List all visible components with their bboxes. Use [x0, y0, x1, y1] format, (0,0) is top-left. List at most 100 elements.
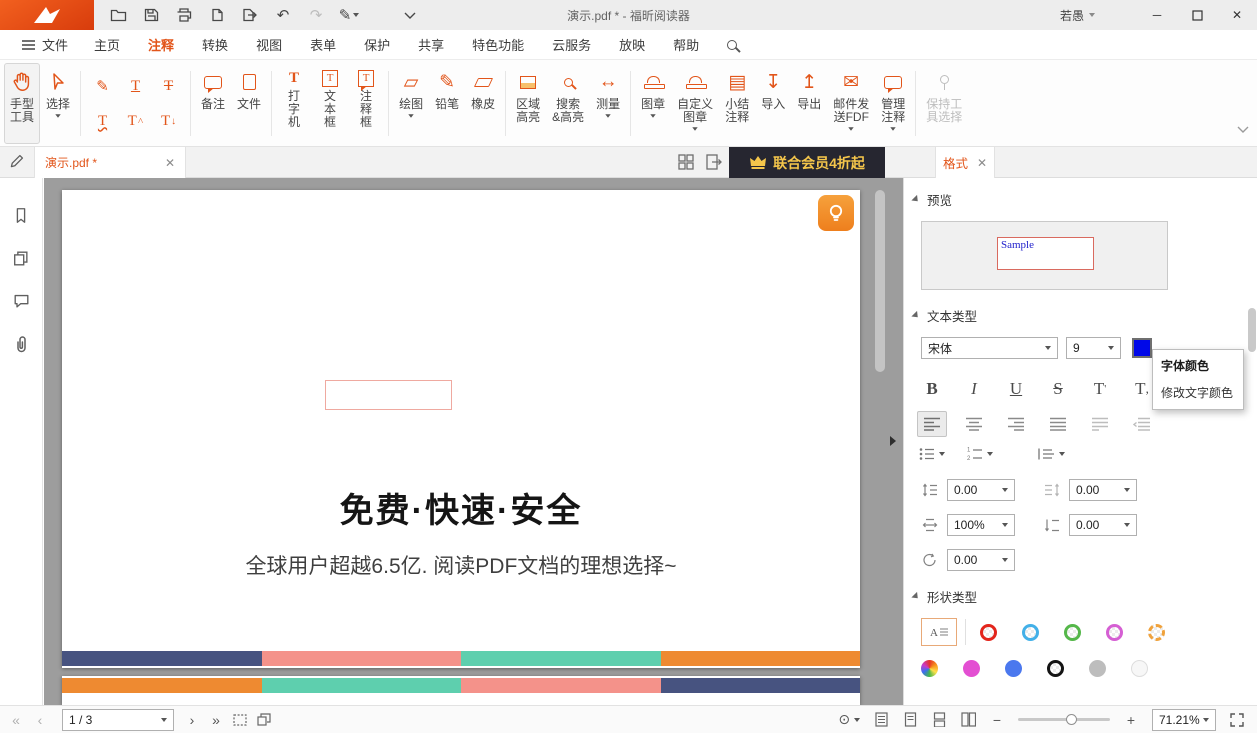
superscript-button[interactable]: T [1085, 375, 1115, 403]
tab-home[interactable]: 主页 [80, 30, 134, 59]
redo-icon[interactable]: ↷ [306, 4, 326, 26]
view-mode-icon[interactable]: ⊙ [838, 710, 860, 730]
collapse-ribbon-icon[interactable] [1237, 126, 1249, 133]
align-left-button[interactable] [917, 411, 947, 437]
paragraph-spacing-select[interactable]: 0.00 [1069, 479, 1137, 501]
tab-convert[interactable]: 转换 [188, 30, 242, 59]
callout-button[interactable]: T 注 释 框 [348, 63, 384, 144]
text-direction-button[interactable] [1127, 411, 1157, 437]
underline-text-button[interactable]: T [121, 71, 150, 102]
textbox-annotation[interactable] [325, 380, 452, 410]
tab-features[interactable]: 特色功能 [458, 30, 538, 59]
panel-collapse-handle[interactable] [886, 424, 900, 458]
preview-section-header[interactable]: 预览 [912, 190, 1243, 209]
replace-text-button[interactable]: T˄ [121, 106, 150, 137]
continuous-layout-icon[interactable] [931, 710, 947, 730]
document-tab[interactable]: 演示.pdf * ✕ [34, 147, 186, 178]
pencil-button[interactable]: ✎ 铅笔 [429, 63, 465, 144]
shape-color-magenta-ring[interactable] [1106, 624, 1123, 641]
facing-layout-icon[interactable] [960, 710, 976, 730]
highlight-text-button[interactable]: ✎ [88, 71, 117, 102]
zoom-slider[interactable] [1018, 718, 1110, 721]
bookmarks-panel-icon[interactable] [12, 206, 30, 225]
tab-share[interactable]: 共享 [404, 30, 458, 59]
clipboard-copy-icon[interactable] [256, 710, 272, 730]
strikeout-text-button[interactable]: T [154, 71, 183, 102]
pdf-page-1[interactable]: 免费·快速·安全 全球用户超越6.5亿. 阅读PDF文档的理想选择~ [62, 190, 860, 668]
area-highlight-button[interactable]: 区域 高亮 [510, 63, 546, 144]
previous-page-button[interactable]: ‹ [32, 710, 48, 730]
pages-panel-icon[interactable] [12, 249, 30, 268]
close-button[interactable]: ✕ [1217, 0, 1257, 30]
summarize-comments-button[interactable]: ▤ 小结 注释 [719, 63, 755, 144]
numbered-list-button[interactable]: 12 [967, 447, 993, 461]
open-file-icon[interactable] [108, 4, 128, 26]
shape-type-section-header[interactable]: 形状类型 [912, 587, 1243, 606]
document-view[interactable]: 免费·快速·安全 全球用户超越6.5亿. 阅读PDF文档的理想选择~ [44, 178, 903, 705]
zoom-level-combo[interactable]: 71.21% [1152, 709, 1216, 731]
typewriter-button[interactable]: T 打 字 机 [276, 63, 312, 144]
zoom-in-button[interactable]: + [1123, 710, 1139, 730]
tab-help[interactable]: 帮助 [659, 30, 713, 59]
comments-panel-icon[interactable] [12, 292, 31, 310]
minimize-button[interactable]: ─ [1137, 0, 1177, 30]
text-style-preset-button[interactable]: A [921, 618, 957, 646]
textbox-button[interactable]: T 文 本 框 [312, 63, 348, 144]
close-tab-icon[interactable]: ✕ [165, 156, 175, 170]
tab-form[interactable]: 表单 [296, 30, 350, 59]
reflow-view-icon[interactable] [706, 154, 722, 170]
sign-tool-icon[interactable]: ✎ [339, 4, 359, 26]
zoom-out-button[interactable]: − [989, 710, 1005, 730]
last-page-button[interactable]: » [208, 710, 224, 730]
maximize-button[interactable] [1177, 0, 1217, 30]
shape-color-green[interactable] [1064, 624, 1081, 641]
character-rotate-select[interactable]: 0.00 [947, 549, 1015, 571]
print-page-icon[interactable] [207, 4, 227, 26]
page-number-combo[interactable]: 1 / 3 [62, 709, 174, 731]
tab-cloud[interactable]: 云服务 [538, 30, 605, 59]
outline-view-icon[interactable] [873, 710, 889, 730]
undo-icon[interactable]: ↶ [273, 4, 293, 26]
file-attachment-button[interactable]: 文件 [231, 63, 267, 144]
align-right-button[interactable] [1001, 411, 1031, 437]
keep-tool-selected-button[interactable]: 保持工 具选择 [920, 63, 968, 144]
save-icon[interactable] [141, 4, 161, 26]
align-center-button[interactable] [959, 411, 989, 437]
strikethrough-button[interactable]: S [1043, 375, 1073, 403]
export-comments-button[interactable]: ↥ 导出 [791, 63, 827, 144]
email-fdf-button[interactable]: ✉ 邮件发 送FDF [827, 63, 875, 144]
pdf-page-2[interactable] [62, 676, 860, 705]
tab-comment[interactable]: 注释 [134, 30, 188, 59]
eraser-button[interactable]: 橡皮 [465, 63, 501, 144]
document-scrollbar[interactable] [875, 190, 885, 372]
attachments-panel-icon[interactable] [13, 334, 29, 354]
font-color-button[interactable] [1132, 338, 1152, 358]
print-icon[interactable] [174, 4, 194, 26]
tab-play[interactable]: 放映 [605, 30, 659, 59]
insert-text-button[interactable]: T↓ [154, 106, 183, 137]
search-icon[interactable] [727, 40, 737, 50]
italic-button[interactable]: I [959, 375, 989, 403]
snapshot-icon[interactable] [232, 710, 248, 730]
indent-button[interactable] [1037, 447, 1065, 461]
text-type-section-header[interactable]: 文本类型 [912, 306, 1243, 325]
shape-color-white-fill[interactable] [1131, 660, 1148, 677]
search-highlight-button[interactable]: 搜索 &高亮 [546, 63, 590, 144]
next-page-button[interactable]: › [184, 710, 200, 730]
edit-pen-icon[interactable] [8, 153, 25, 170]
close-format-panel-icon[interactable]: ✕ [977, 156, 987, 170]
tab-protect[interactable]: 保护 [350, 30, 404, 59]
stamp-button[interactable]: 图章 [635, 63, 671, 144]
select-tool-button[interactable]: 选择 [40, 63, 76, 144]
shape-color-rainbow[interactable] [921, 660, 938, 677]
shape-color-gray-fill[interactable] [1089, 660, 1106, 677]
manage-comments-button[interactable]: 管理 注释 [875, 63, 911, 144]
align-justify-all-button[interactable] [1085, 411, 1115, 437]
promo-banner[interactable]: 联合会员4折起 [729, 147, 885, 178]
squiggly-text-button[interactable]: T [88, 106, 117, 137]
single-page-layout-icon[interactable] [902, 710, 918, 730]
shape-color-skyblue[interactable] [1022, 624, 1039, 641]
first-page-button[interactable]: « [8, 710, 24, 730]
underline-button[interactable]: U [1001, 375, 1031, 403]
shape-color-blue-fill[interactable] [1005, 660, 1022, 677]
